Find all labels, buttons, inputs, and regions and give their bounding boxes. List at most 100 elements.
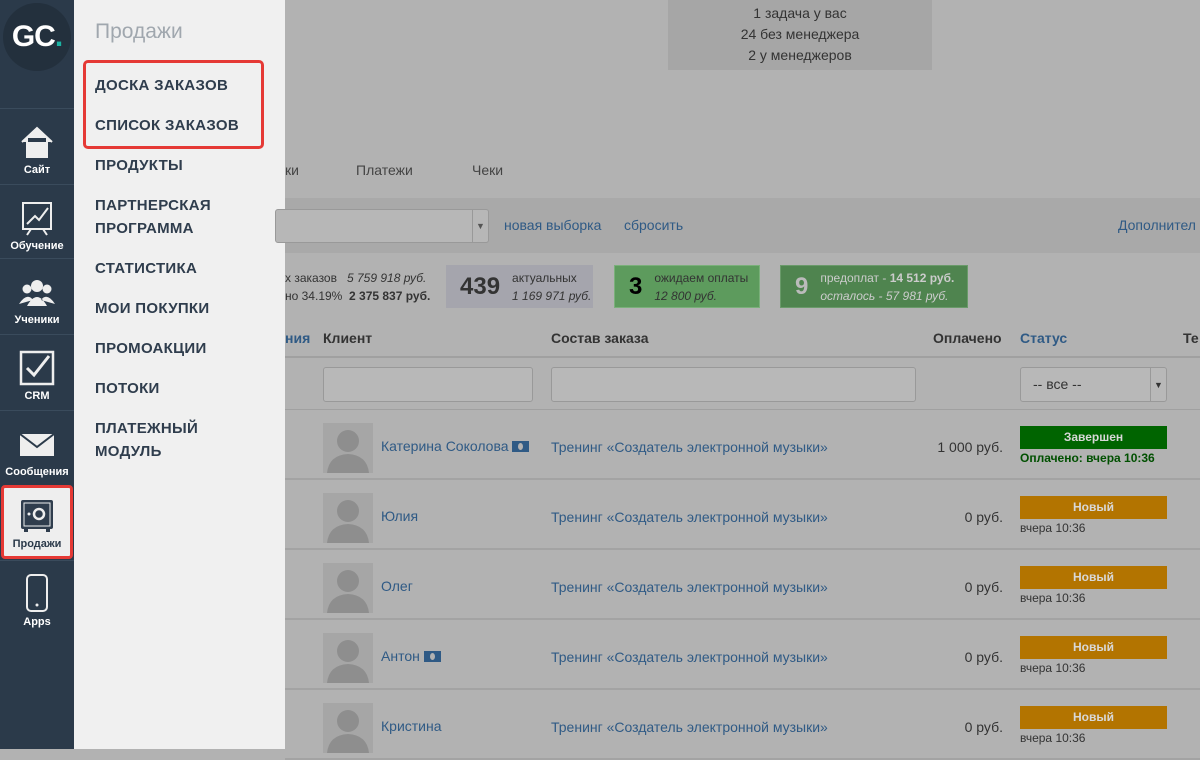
menu-item-my-purchases[interactable]: МОИ ПОКУПКИ: [95, 297, 209, 320]
status-filter-select[interactable]: -- все -- ▼: [1020, 367, 1167, 402]
sidebar-item-label: Продажи: [12, 538, 62, 550]
table-row[interactable]: Кристина Тренинг «Создатель электронной …: [285, 690, 1200, 760]
actual-count: 439: [460, 272, 501, 300]
tasks-line[interactable]: 24 без менеджера: [668, 24, 932, 45]
avatar: [323, 493, 373, 543]
menu-item-promotions[interactable]: ПРОМОАКЦИИ: [95, 337, 207, 360]
column-header-status[interactable]: Статус: [1020, 330, 1067, 346]
money-icon: [512, 441, 530, 452]
menu-item-streams[interactable]: ПОТОКИ: [95, 377, 160, 400]
column-header-client: Клиент: [323, 330, 373, 346]
menu-item-payment-module[interactable]: ПЛАТЕЖНЫЙ МОДУЛЬ: [95, 417, 245, 463]
menu-item-partner-program[interactable]: ПАРТНЕРСКАЯ ПРОГРАММА: [95, 194, 245, 240]
tasks-line[interactable]: 1 задача у вас: [668, 3, 932, 24]
new-selection-link[interactable]: новая выборка: [504, 217, 601, 233]
checkbox-icon: [19, 350, 55, 386]
client-name-text: Олег: [381, 578, 413, 594]
column-header-other: Те: [1183, 330, 1199, 346]
tab-receipts[interactable]: Чеки: [472, 162, 503, 178]
chart-icon: [19, 200, 55, 236]
status-badge: Новый: [1020, 636, 1167, 659]
safe-icon: [19, 498, 55, 534]
tasks-summary: 1 задача у вас 24 без менеджера 2 у мене…: [668, 0, 932, 70]
prepaid-stat[interactable]: 9 предоплат - 14 512 руб. осталось - 57 9…: [780, 265, 968, 308]
highlight-box: [83, 60, 264, 149]
menu-item-products[interactable]: ПРОДУКТЫ: [95, 154, 183, 177]
envelope-icon: [19, 426, 55, 462]
total-label: х заказов: [285, 271, 337, 285]
prepaid-rest: осталось - 57 981 руб.: [820, 288, 949, 303]
status-badge: Новый: [1020, 706, 1167, 729]
table-row[interactable]: Антон Тренинг «Создатель электронной муз…: [285, 620, 1200, 690]
column-header-paid: Оплачено: [933, 330, 1002, 346]
tab-orders[interactable]: ки: [285, 162, 299, 178]
order-filter-input[interactable]: [551, 367, 916, 402]
order-product-link[interactable]: Тренинг «Создатель электронной музыки»: [551, 509, 828, 525]
users-icon: [19, 274, 55, 310]
order-product-link[interactable]: Тренинг «Создатель электронной музыки»: [551, 439, 828, 455]
status-time: Оплачено: вчера 10:36: [1020, 451, 1155, 465]
phone-icon: [19, 574, 55, 612]
sidebar-item-messages[interactable]: Сообщения: [0, 410, 74, 484]
orders-total-stat: х заказов 5 759 918 руб. но 34.19% 2 375…: [285, 265, 435, 308]
menu-title: Продажи: [95, 20, 183, 43]
logo[interactable]: GC.: [3, 3, 71, 71]
tab-payments[interactable]: Платежи: [356, 162, 413, 178]
home-icon: [19, 124, 55, 160]
table-row[interactable]: Олег Тренинг «Создатель электронной музы…: [285, 550, 1200, 620]
menu-item-statistics[interactable]: СТАТИСТИКА: [95, 257, 197, 280]
paid-amount: 0 руб.: [964, 649, 1003, 665]
selection-dropdown[interactable]: ▼: [275, 209, 489, 243]
reset-link[interactable]: сбросить: [624, 217, 683, 233]
waiting-label: ожидаем оплаты: [654, 270, 749, 285]
client-name[interactable]: Юлия: [381, 508, 418, 524]
order-product-link[interactable]: Тренинг «Создатель электронной музыки»: [551, 649, 828, 665]
sidebar-item-label: CRM: [24, 390, 50, 402]
sidebar-item-label: Сайт: [23, 164, 51, 176]
column-header-date[interactable]: ния: [285, 330, 310, 346]
sidebar-item-label: Сообщения: [5, 466, 69, 478]
tasks-line[interactable]: 2 у менеджеров: [668, 45, 932, 66]
client-name[interactable]: Антон: [381, 648, 441, 664]
status-time: вчера 10:36: [1020, 521, 1086, 535]
left-sidebar: GC. Сайт Обучение Ученики CRM Сообщения …: [0, 0, 74, 749]
status-time: вчера 10:36: [1020, 591, 1086, 605]
chevron-down-icon: ▼: [1150, 368, 1166, 401]
actual-label: актуальных: [512, 270, 577, 285]
client-name[interactable]: Кристина: [381, 718, 442, 734]
actual-value: 1 169 971 руб.: [512, 288, 592, 303]
avatar: [323, 423, 373, 473]
more-link[interactable]: Дополнител: [1118, 217, 1196, 233]
order-product-link[interactable]: Тренинг «Создатель электронной музыки»: [551, 579, 828, 595]
client-filter-input[interactable]: [323, 367, 533, 402]
client-name[interactable]: Катерина Соколова: [381, 438, 530, 454]
sidebar-item-apps[interactable]: Apps: [0, 560, 74, 634]
prepaid-count: 9: [795, 272, 809, 300]
sidebar-item-crm[interactable]: CRM: [0, 334, 74, 408]
paid-label: но 34.19%: [285, 289, 343, 303]
paid-amount: 0 руб.: [964, 719, 1003, 735]
sidebar-item-students[interactable]: Ученики: [0, 258, 74, 332]
client-name-text: Юлия: [381, 508, 419, 524]
status-time: вчера 10:36: [1020, 661, 1086, 675]
order-product-link[interactable]: Тренинг «Создатель электронной музыки»: [551, 719, 828, 735]
table-row[interactable]: Юлия Тренинг «Создатель электронной музы…: [285, 480, 1200, 550]
awaiting-payment-stat[interactable]: 3 ожидаем оплаты 12 800 руб.: [614, 265, 760, 308]
status-badge: Новый: [1020, 566, 1167, 589]
paid-value: 2 375 837 руб.: [349, 289, 431, 303]
status-badge: Новый: [1020, 496, 1167, 519]
sidebar-item-learning[interactable]: Обучение: [0, 184, 74, 258]
sidebar-item-label: Apps: [23, 616, 51, 628]
column-header-order: Состав заказа: [551, 330, 649, 346]
prepaid-value: 14 512 руб.: [889, 270, 955, 285]
actual-orders-stat[interactable]: 439 актуальных 1 169 971 руб.: [446, 265, 593, 308]
total-value: 5 759 918 руб.: [347, 271, 427, 285]
main-content: 1 задача у вас 24 без менеджера 2 у мене…: [275, 0, 1200, 760]
sidebar-item-sales[interactable]: Продажи: [1, 485, 73, 559]
sidebar-item-site[interactable]: Сайт: [0, 108, 74, 182]
chevron-down-icon: ▼: [472, 210, 488, 242]
waiting-value: 12 800 руб.: [654, 288, 718, 303]
client-name[interactable]: Олег: [381, 578, 413, 594]
status-time: вчера 10:36: [1020, 731, 1086, 745]
table-row[interactable]: Катерина Соколова Тренинг «Создатель эле…: [285, 410, 1200, 480]
